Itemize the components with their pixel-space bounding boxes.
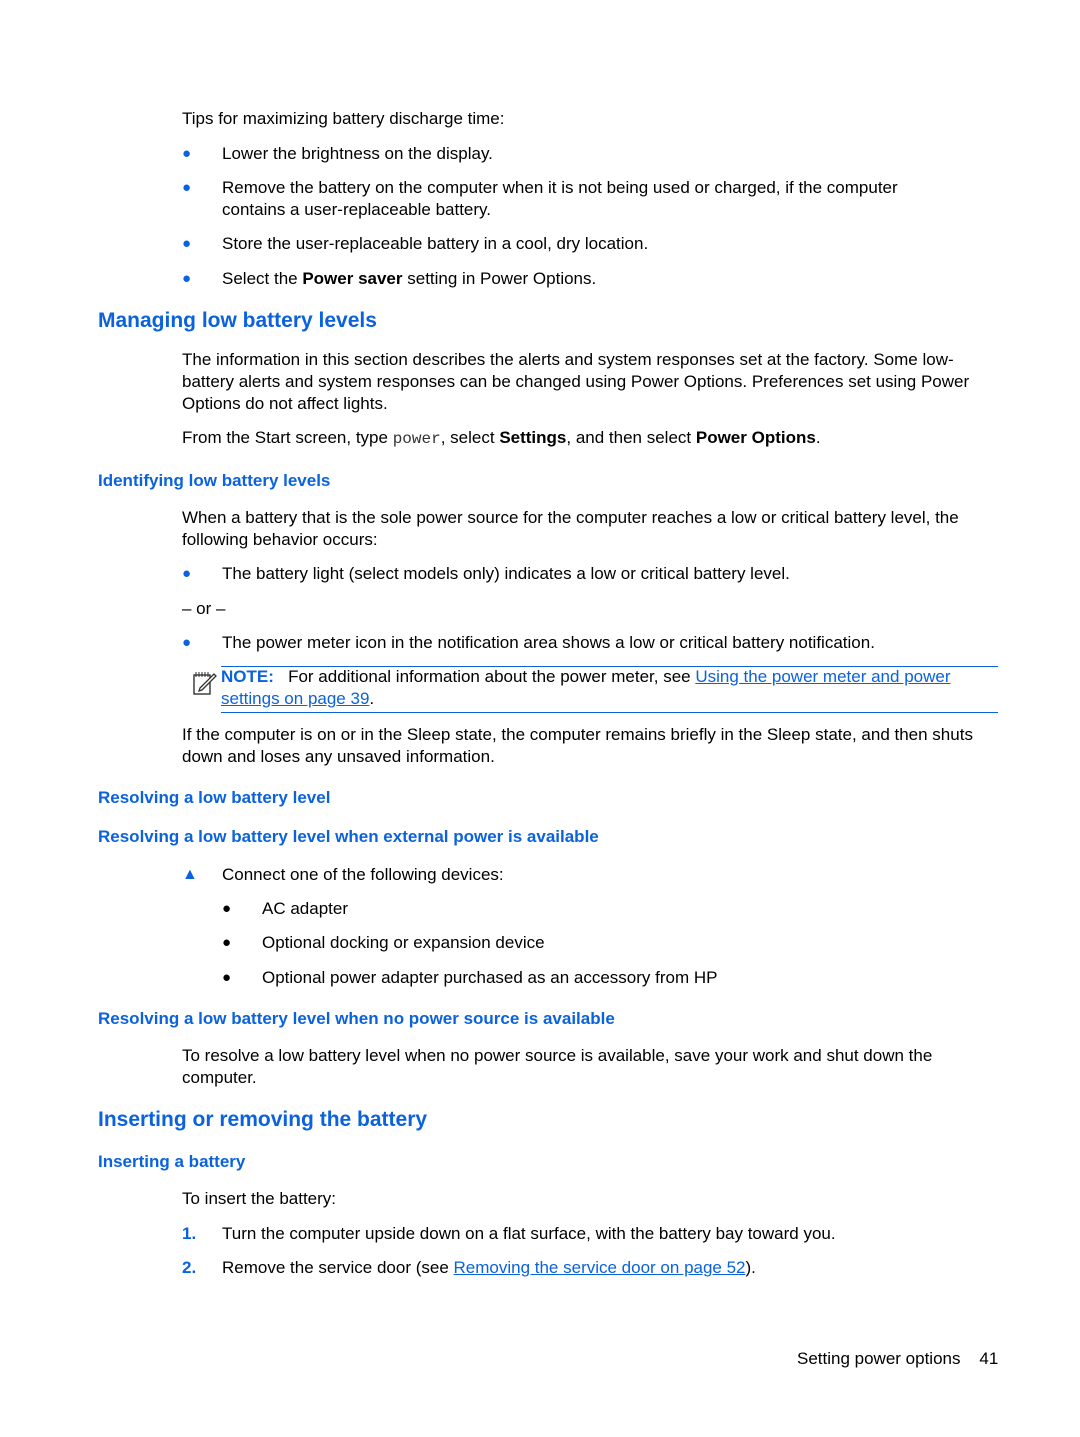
bullet-icon: ● [182,634,192,651]
bullet-icon: ● [222,900,232,917]
footer-section-title: Setting power options [797,1349,961,1368]
step-text: Remove the service door (see Removing th… [222,1258,756,1277]
tip-text: Remove the battery on the computer when … [222,178,898,219]
bullet-icon: ● [182,565,192,582]
subsubsection-heading: Resolving a low battery level when no po… [98,1009,615,1028]
page-number: 41 [979,1349,999,1368]
subsection-heading: Inserting a battery [98,1152,246,1171]
subsubsection-heading: Resolving a low battery level when exter… [98,827,599,846]
triangle-step-icon: ▲ [182,866,198,883]
tip-text: Lower the brightness on the display. [222,144,493,163]
tip-text: Store the user-replaceable battery in a … [222,234,649,253]
paragraph: If the computer is on or in the Sleep st… [182,725,973,766]
page-footer: Setting power options 41 [797,1349,998,1369]
paragraph: The information in this section describe… [182,350,970,413]
bullet-icon: ● [222,934,232,951]
instruction: From the Start screen, type power, selec… [182,428,821,448]
tips-lead: Tips for maximizing battery discharge ti… [182,109,505,128]
paragraph: To resolve a low battery level when no p… [182,1046,933,1087]
note-label: NOTE: [221,667,274,686]
bullet-icon: ● [182,179,192,196]
subsection-heading: Resolving a low battery level [98,788,331,807]
section-heading: Managing low battery levels [98,309,377,332]
step-number: 1. [182,1224,197,1243]
tip-text: Select the Power saver setting in Power … [222,269,597,288]
bullet-icon: ● [182,145,192,162]
bullet-icon: ● [182,235,192,252]
device-text: Optional docking or expansion device [262,933,545,952]
or-separator: – or – [182,599,226,618]
bullet-icon: ● [182,270,192,287]
service-door-link[interactable]: Removing the service door on page 52 [454,1258,746,1277]
bullet-text: The battery light (select models only) i… [222,564,790,583]
note-content: NOTE: For additional information about t… [221,667,951,708]
device-text: Optional power adapter purchased as an a… [262,968,718,987]
code-power: power [392,430,441,448]
bullet-text: The power meter icon in the notification… [222,633,875,652]
paragraph: When a battery that is the sole power so… [182,508,959,549]
note-icon [193,672,217,695]
subsection-heading: Identifying low battery levels [98,471,331,490]
bullet-icon: ● [222,969,232,986]
steps-lead: To insert the battery: [182,1189,337,1208]
step-number: 2. [182,1258,197,1277]
step-text: Connect one of the following devices: [222,865,504,884]
section-heading: Inserting or removing the battery [98,1108,428,1131]
device-text: AC adapter [262,899,348,918]
step-text: Turn the computer upside down on a flat … [222,1224,836,1243]
